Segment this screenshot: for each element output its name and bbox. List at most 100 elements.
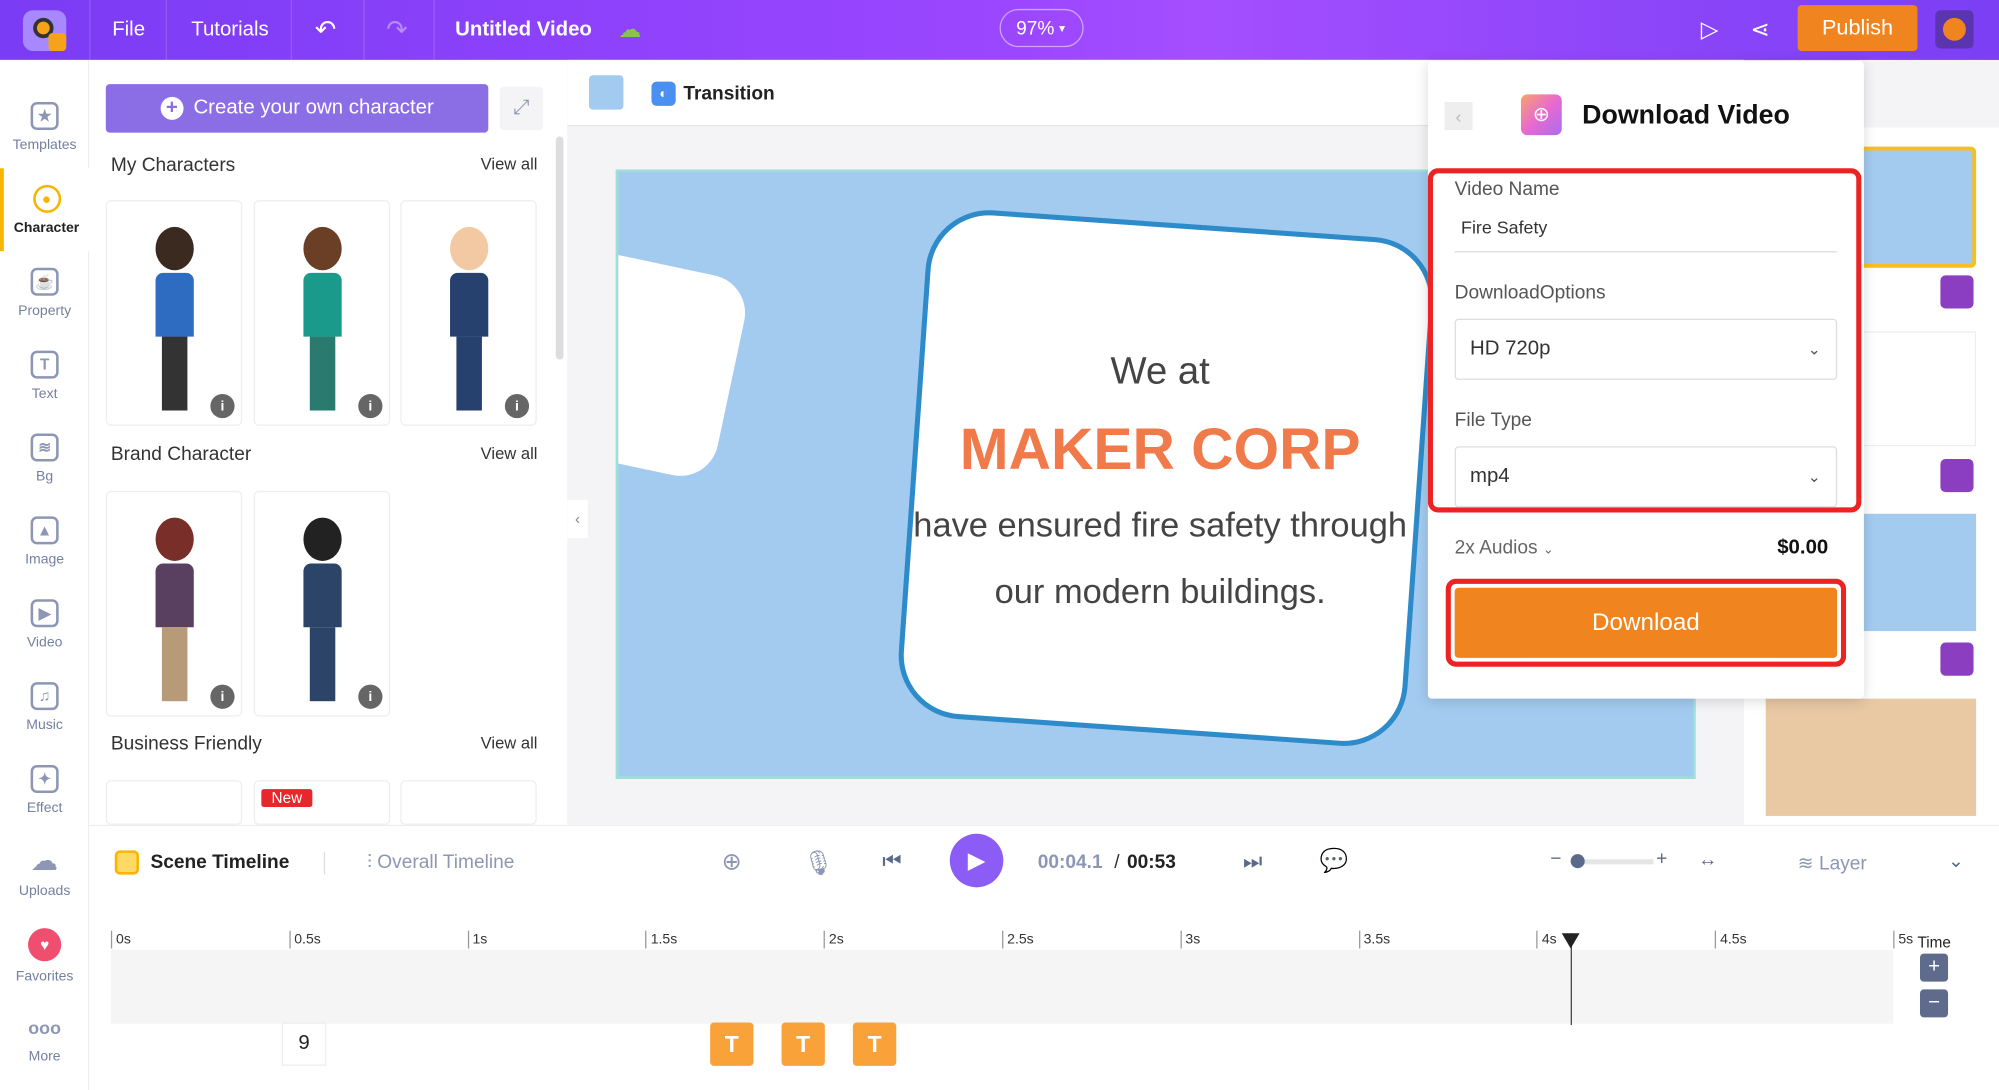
rail-item-text[interactable]: T Text	[0, 334, 89, 417]
scene-thumbnail[interactable]	[1858, 331, 1977, 447]
scene-thumbnail[interactable]	[1858, 146, 1977, 268]
zoom-in-icon[interactable]: +	[1656, 848, 1667, 870]
publish-button[interactable]: Publish	[1797, 5, 1918, 51]
rail-item-uploads[interactable]: ☁ Uploads	[0, 831, 89, 914]
bg-color-swatch[interactable]	[589, 75, 624, 110]
property-icon: ☕	[30, 267, 59, 296]
play-button[interactable]: ▶	[949, 833, 1004, 888]
back-icon[interactable]: ‹	[1444, 101, 1473, 131]
plus-circle-icon: +	[160, 96, 184, 120]
rail-item-character[interactable]: ● Character	[0, 168, 90, 252]
rail-item-music[interactable]: ♫ Music	[0, 665, 89, 748]
collapse-timeline-icon[interactable]: ⌄	[1948, 849, 1964, 872]
tutorials-menu[interactable]: Tutorials	[191, 0, 268, 60]
fit-width-icon[interactable]: ↔	[1698, 849, 1717, 871]
share-icon[interactable]: ⋖	[1750, 0, 1769, 60]
character-card[interactable]: i	[400, 200, 537, 426]
stage-line-2[interactable]: MAKER CORP	[873, 414, 1447, 483]
time-zoom-out-button[interactable]: −	[1919, 989, 1949, 1018]
layer-label: Layer	[1818, 852, 1867, 875]
text-block[interactable]: T	[781, 1022, 825, 1066]
rail-item-effect[interactable]: ✦ Effect	[0, 748, 89, 831]
transition-button[interactable]: Transition	[683, 83, 774, 105]
collapse-panel-icon[interactable]: ‹	[567, 499, 588, 539]
time-tick: 1s	[467, 930, 487, 949]
scene-upload-icon[interactable]	[1940, 642, 1974, 676]
expand-icon[interactable]: ⤢	[499, 86, 544, 131]
redo-icon[interactable]: ↷	[386, 0, 407, 60]
character-card[interactable]: i	[105, 490, 243, 717]
info-icon[interactable]: i	[358, 684, 383, 709]
uploads-icon: ☁	[31, 847, 58, 876]
zoom-slider[interactable]	[1570, 854, 1654, 869]
time-tick: 2.5s	[1002, 930, 1034, 949]
create-character-button[interactable]: + Create your own character	[105, 84, 489, 133]
skip-forward-icon[interactable]: ⏭	[1243, 849, 1263, 874]
scene-upload-icon[interactable]	[1940, 275, 1974, 309]
rail-label: Templates	[12, 137, 77, 153]
stage-line-1[interactable]: We at	[873, 351, 1447, 394]
info-icon[interactable]: i	[210, 684, 235, 709]
info-icon[interactable]: i	[358, 393, 383, 419]
timeline: Scene Timeline ⫶ Overall Timeline ⊕ 🎙 ⏮ …	[89, 824, 1999, 1090]
stage-line-4[interactable]: our modern buildings.	[873, 572, 1447, 612]
download-options-select[interactable]: HD 720p ⌄	[1454, 318, 1838, 380]
character-card[interactable]: i	[105, 200, 243, 426]
preview-play-icon[interactable]: ▷	[1701, 0, 1719, 60]
time-tick: 0s	[110, 930, 131, 949]
avatar[interactable]	[1935, 10, 1974, 49]
text-block[interactable]: T	[710, 1022, 754, 1066]
camera-focus-icon[interactable]: ⊕	[722, 848, 742, 877]
rail-item-image[interactable]: ▲ Image	[0, 500, 89, 583]
zoom-slider-thumb[interactable]	[1570, 854, 1585, 869]
info-icon[interactable]: i	[210, 393, 235, 419]
text-block[interactable]: T	[852, 1022, 897, 1066]
rail-label: Uploads	[18, 882, 71, 899]
scene-timeline-tab[interactable]: Scene Timeline	[150, 852, 289, 874]
selected-option: HD 720p	[1469, 337, 1551, 360]
templates-icon: ★	[30, 101, 59, 130]
audios-toggle[interactable]: 2x Audios ⌄	[1455, 537, 1554, 559]
character-card[interactable]: New	[253, 780, 391, 825]
video-name-input[interactable]: Fire Safety	[1454, 217, 1838, 253]
rail-item-bg[interactable]: ≋ Bg	[0, 417, 89, 500]
character-card[interactable]: i	[253, 490, 391, 717]
rail-item-more[interactable]: ooo More	[0, 997, 89, 1080]
app-logo[interactable]	[22, 10, 67, 51]
chevron-down-icon: ⌄	[1807, 467, 1821, 486]
view-all-link[interactable]: View all	[481, 733, 538, 752]
undo-icon[interactable]: ↶	[315, 0, 336, 60]
file-type-select[interactable]: mp4 ⌄	[1454, 446, 1838, 508]
scene-upload-icon[interactable]	[1940, 458, 1974, 493]
character-card[interactable]	[105, 780, 243, 825]
character-card[interactable]	[400, 780, 537, 825]
file-type-label: File Type	[1454, 409, 1532, 431]
scene-thumbnail[interactable]	[1765, 698, 1977, 816]
rail-item-video[interactable]: ▶ Video	[0, 583, 89, 666]
time-zoom-in-button[interactable]: +	[1919, 953, 1949, 982]
zoom-out-icon[interactable]: −	[1550, 848, 1561, 870]
overall-timeline-tab[interactable]: ⫶ Overall Timeline	[367, 852, 514, 874]
video-title[interactable]: Untitled Video	[455, 0, 592, 60]
skip-back-icon[interactable]: ⏮	[882, 849, 902, 874]
rail-item-property[interactable]: ☕ Property	[0, 251, 89, 334]
chevron-down-icon: ⌄	[1807, 340, 1821, 359]
view-all-link[interactable]: View all	[481, 154, 538, 173]
microphone-icon[interactable]: 🎙	[803, 848, 834, 879]
playhead[interactable]	[1561, 933, 1580, 1026]
timeline-track[interactable]	[110, 949, 1894, 1024]
panel-scrollbar[interactable]	[555, 136, 564, 360]
view-all-link[interactable]: View all	[481, 444, 538, 463]
file-menu[interactable]: File	[112, 0, 145, 60]
zoom-select[interactable]: 97% ▼	[999, 8, 1084, 48]
layer-button[interactable]: ≋ Layer	[1798, 852, 1867, 875]
subtitle-icon[interactable]: 💬	[1320, 848, 1349, 875]
info-icon[interactable]: i	[504, 393, 530, 419]
stage-line-3[interactable]: have ensured fire safety through	[873, 506, 1447, 546]
download-button[interactable]: Download	[1454, 587, 1838, 658]
time-tick: 4.5s	[1714, 930, 1747, 949]
character-card[interactable]: i	[253, 200, 391, 426]
scene-thumbnail[interactable]	[1858, 513, 1977, 632]
rail-item-favorites[interactable]: ♥ Favorites	[0, 914, 89, 997]
rail-item-templates[interactable]: ★ Templates	[0, 85, 89, 168]
